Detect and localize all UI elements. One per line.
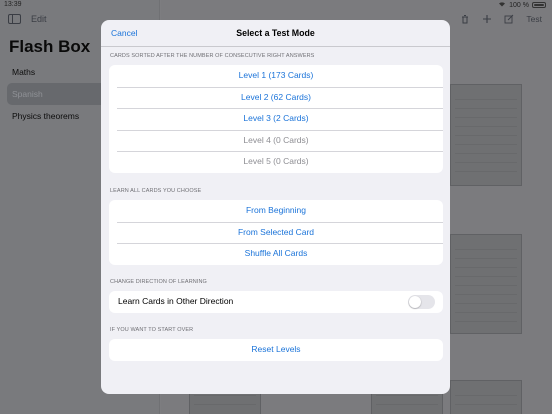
main-toolbar: Test [460,14,542,24]
level-3-button[interactable]: Level 3 (2 Cards) [109,108,443,130]
compose-icon[interactable] [504,14,514,24]
level-2-button[interactable]: Level 2 (62 Cards) [109,86,443,109]
level-5-button: Level 5 (0 Cards) [109,151,443,173]
shuffle-all-cards-button[interactable]: Shuffle All Cards [109,243,443,265]
status-right: 100 % [498,1,546,9]
reset-section-header: If you want to start over [110,327,194,333]
toggle-knob [409,296,421,308]
level-4-button: Level 4 (0 Cards) [109,129,443,152]
status-bar: 13:39 100 % [0,0,552,10]
sidebar-toggle-icon[interactable] [8,14,21,24]
battery-percentage: 100 % [509,1,529,9]
status-time: 13:39 [4,1,22,8]
sidebar-toolbar: Edit [8,14,47,24]
add-icon[interactable] [482,14,492,24]
direction-section-header: Change direction of learning [110,279,207,285]
reset-levels-button[interactable]: Reset Levels [109,339,443,361]
battery-icon [532,2,546,8]
reset-group: Reset Levels [109,339,443,361]
other-direction-toggle[interactable] [408,295,435,309]
levels-section-header: Cards sorted after the number of consecu… [110,53,315,59]
flashcard-preview [450,380,522,414]
sheet-header: Cancel Select a Test Mode [101,20,450,47]
wifi-icon [498,1,506,9]
learn-all-group: From Beginning From Selected Card Shuffl… [109,200,443,265]
flashcard-preview [450,84,522,186]
test-mode-sheet: Cancel Select a Test Mode Cards sorted a… [101,20,450,394]
other-direction-row: Learn Cards in Other Direction [109,291,443,313]
from-beginning-button[interactable]: From Beginning [109,200,443,222]
direction-group: Learn Cards in Other Direction [109,291,443,313]
edit-button[interactable]: Edit [31,14,47,24]
sidebar-title: Flash Box [9,37,91,56]
trash-icon[interactable] [460,14,470,24]
levels-group: Level 1 (173 Cards) Level 2 (62 Cards) L… [109,65,443,173]
test-button[interactable]: Test [526,14,542,24]
flashcard-preview [450,234,522,334]
learn-all-section-header: Learn all cards you choose [110,188,202,194]
from-selected-card-button[interactable]: From Selected Card [109,221,443,244]
sheet-title: Select a Test Mode [236,28,315,38]
other-direction-label: Learn Cards in Other Direction [118,296,234,306]
level-1-button[interactable]: Level 1 (173 Cards) [109,65,443,87]
